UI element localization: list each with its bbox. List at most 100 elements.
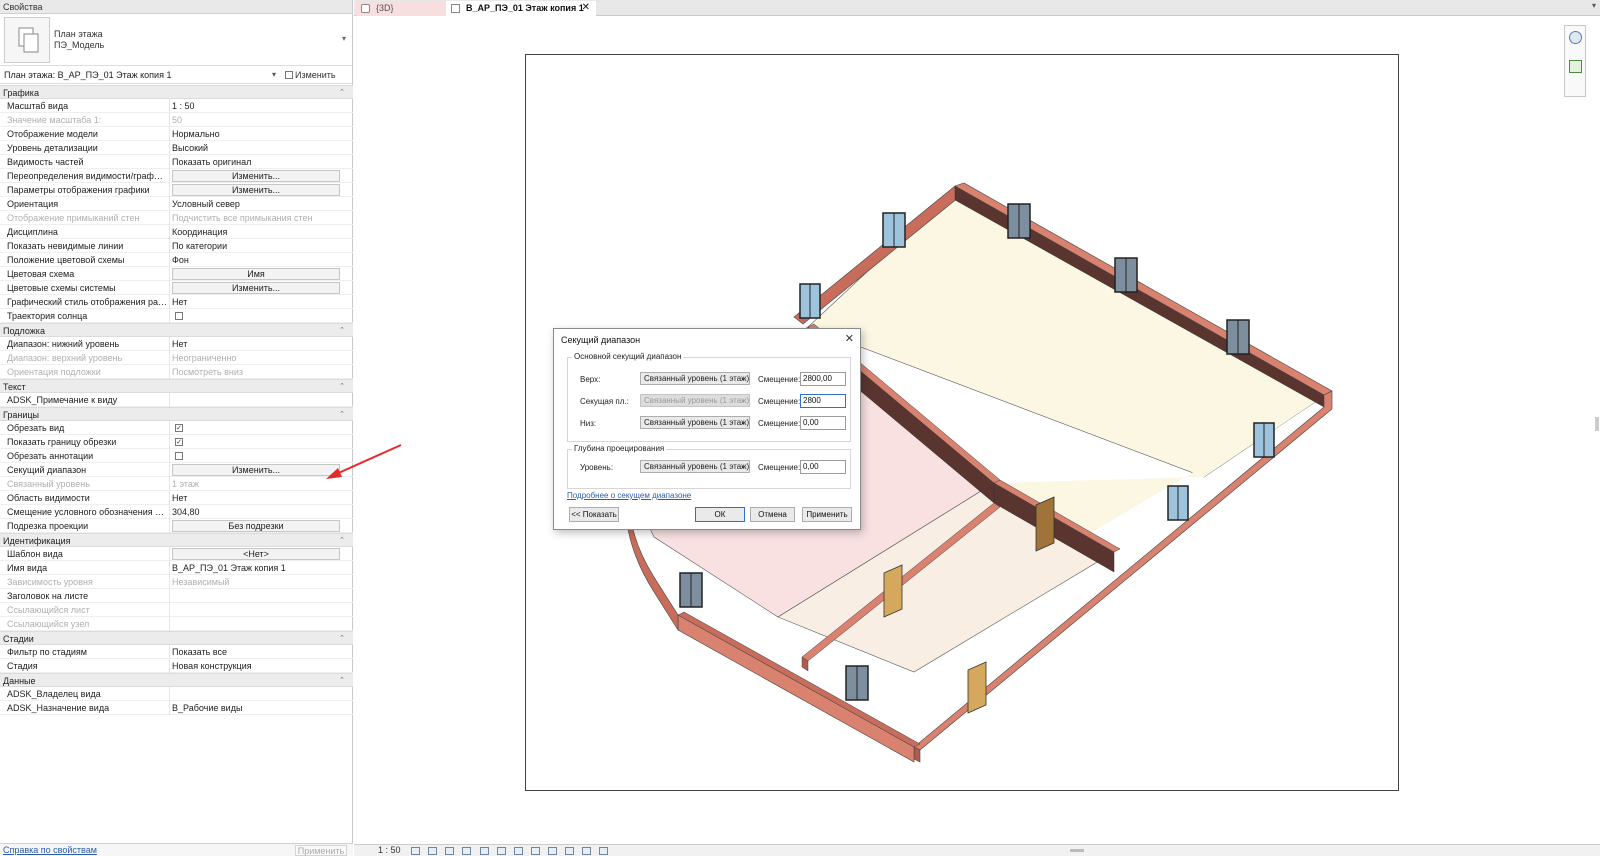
depth-offset-input[interactable]: 0,00 [800, 460, 846, 474]
color-scheme-button[interactable]: Имя [172, 268, 340, 280]
detail-level-icon[interactable] [411, 847, 420, 855]
prop-value[interactable]: Высокий [172, 141, 342, 155]
prop-hidden-lines[interactable]: Показать невидимые линии По категории [0, 239, 353, 253]
close-icon[interactable]: ✕ [845, 332, 854, 345]
drawing-area[interactable] [354, 17, 1600, 844]
top-offset-input[interactable]: 2800,00 [800, 372, 846, 386]
crop-view-icon[interactable] [480, 847, 489, 855]
collapse-icon[interactable]: ⌃ [339, 324, 345, 338]
highlight-displacement-icon[interactable] [582, 847, 591, 855]
show-crop-region-icon[interactable] [497, 847, 506, 855]
bottom-offset-input[interactable]: 0,00 [800, 416, 846, 430]
prop-detail-level[interactable]: Уровень детализации Высокий [0, 141, 353, 155]
top-level-select[interactable]: Связанный уровень (1 этаж) ⌄ [640, 372, 750, 385]
prop-adsk-note[interactable]: ADSK_Примечание к виду [0, 393, 353, 407]
prop-value[interactable]: Показать оригинал [172, 155, 342, 169]
properties-help-link[interactable]: Справка по свойствам [3, 844, 97, 856]
prop-view-owner[interactable]: ADSK_Владелец вида [0, 687, 353, 701]
prop-analysis-style[interactable]: Графический стиль отображения расчет... Н… [0, 295, 353, 309]
prop-view-name[interactable]: Имя вида В_АР_ПЭ_01 Этаж копия 1 [0, 561, 353, 575]
depth-clipping-button[interactable]: Без подрезки [172, 520, 340, 532]
reveal-hidden-icon[interactable] [531, 847, 540, 855]
prop-value[interactable]: В_Рабочие виды [172, 701, 342, 715]
view-range-edit-button[interactable]: Изменить... [172, 464, 340, 476]
prop-value[interactable]: Нет [172, 491, 342, 505]
ok-button[interactable]: ОК [695, 507, 745, 522]
cut-offset-input[interactable]: 2800 [800, 394, 846, 408]
instance-dropdown-icon[interactable]: ▾ [272, 66, 276, 84]
prop-discipline[interactable]: Дисциплина Координация [0, 225, 353, 239]
horizontal-scrollbar[interactable] [1070, 849, 1084, 852]
tabs-menu-icon[interactable]: ▾ [1592, 1, 1596, 10]
prop-scope-box[interactable]: Область видимости Нет [0, 491, 353, 505]
prop-value[interactable]: Нормально [172, 127, 342, 141]
prop-value[interactable]: В_АР_ПЭ_01 Этаж копия 1 [172, 561, 342, 575]
prop-value[interactable]: Фон [172, 253, 342, 267]
sun-path-icon[interactable] [445, 847, 454, 855]
prop-value[interactable]: Нет [172, 337, 342, 351]
constraints-icon[interactable] [599, 847, 608, 855]
temporary-view-properties-icon[interactable] [548, 847, 557, 855]
crop-view-checkbox[interactable]: ✓ [175, 424, 183, 432]
prop-value[interactable]: 1 : 50 [172, 99, 342, 113]
prop-title-on-sheet[interactable]: Заголовок на листе [0, 589, 353, 603]
prop-parts-visibility[interactable]: Видимость частей Показать оригинал [0, 155, 353, 169]
steering-wheel-icon[interactable] [1569, 31, 1582, 44]
type-selector[interactable]: План этажа ПЭ_Модель ▾ [0, 14, 352, 66]
vertical-scrollbar[interactable] [1595, 417, 1599, 431]
prop-value[interactable]: Нет [172, 295, 342, 309]
prop-view-purpose[interactable]: ADSK_Назначение вида В_Рабочие виды [0, 701, 353, 715]
collapse-icon[interactable]: ⌃ [339, 380, 345, 394]
tab-floor-plan[interactable]: В_АР_ПЭ_01 Этаж копия 1 ✕ [446, 1, 596, 16]
view-template-button[interactable]: <Нет> [172, 548, 340, 560]
group-data[interactable]: Данные ⌃ [0, 673, 353, 687]
collapse-icon[interactable]: ⌃ [339, 632, 345, 646]
zoom-icon[interactable] [1569, 60, 1582, 73]
prop-value[interactable]: 304,80 [172, 505, 342, 519]
prop-phase-filter[interactable]: Фильтр по стадиям Показать все [0, 645, 353, 659]
group-text[interactable]: Текст ⌃ [0, 379, 353, 393]
apply-button[interactable]: Применить [802, 507, 852, 522]
vg-overrides-edit-button[interactable]: Изменить... [172, 170, 340, 182]
prop-orientation[interactable]: Ориентация Условный север [0, 197, 353, 211]
cancel-button[interactable]: Отмена [750, 507, 795, 522]
group-phasing[interactable]: Стадии ⌃ [0, 631, 353, 645]
collapse-icon[interactable]: ⌃ [339, 408, 345, 422]
graphic-display-edit-button[interactable]: Изменить... [172, 184, 340, 196]
group-identity[interactable]: Идентификация ⌃ [0, 533, 353, 547]
show-button[interactable]: << Показать [569, 507, 619, 522]
prop-value[interactable]: Координация [172, 225, 342, 239]
prop-value[interactable]: Показать все [172, 645, 342, 659]
group-underlay[interactable]: Подложка ⌃ [0, 323, 353, 337]
shadows-icon[interactable] [462, 847, 471, 855]
group-graphics[interactable]: Графика ⌃ [0, 85, 353, 99]
view-range-help-link[interactable]: Подробнее о секущем диапазоне [567, 491, 691, 500]
system-colors-edit-button[interactable]: Изменить... [172, 282, 340, 294]
depth-level-select[interactable]: Связанный уровень (1 этаж) ⌄ [640, 460, 750, 473]
prop-color-scheme-location[interactable]: Положение цветовой схемы Фон [0, 253, 353, 267]
prop-range-base[interactable]: Диапазон: нижний уровень Нет [0, 337, 353, 351]
prop-view-scale[interactable]: Масштаб вида 1 : 50 [0, 99, 353, 113]
tab-3d-view[interactable]: {3D} [356, 1, 446, 16]
visual-style-icon[interactable] [428, 847, 437, 855]
prop-depth-offset[interactable]: Смещение условного обозначения коло... 30… [0, 505, 353, 519]
collapse-icon[interactable]: ⌃ [339, 86, 345, 100]
cut-plane-level-select[interactable]: Связанный уровень (1 этаж) ⌄ [640, 394, 750, 407]
temporary-hide-icon[interactable] [514, 847, 523, 855]
close-tab-icon[interactable]: ✕ [582, 1, 590, 15]
collapse-icon[interactable]: ⌃ [339, 674, 345, 688]
bottom-level-select[interactable]: Связанный уровень (1 этаж) ⌄ [640, 416, 750, 429]
view-scale-button[interactable]: 1 : 50 [378, 845, 401, 856]
collapse-icon[interactable]: ⌃ [339, 534, 345, 548]
instance-selector[interactable]: План этажа: В_АР_ПЭ_01 Этаж копия 1 ▾ Из… [0, 66, 352, 98]
group-extents[interactable]: Границы ⌃ [0, 407, 353, 421]
prop-value[interactable]: Условный север [172, 197, 342, 211]
analytical-model-icon[interactable] [565, 847, 574, 855]
properties-apply-button[interactable]: Применить [295, 845, 347, 856]
prop-display-model[interactable]: Отображение модели Нормально [0, 127, 353, 141]
annotation-crop-checkbox[interactable] [175, 452, 183, 460]
prop-value[interactable]: Новая конструкция [172, 659, 342, 673]
crop-visible-checkbox[interactable]: ✓ [175, 438, 183, 446]
prop-phase[interactable]: Стадия Новая конструкция [0, 659, 353, 673]
type-dropdown-icon[interactable]: ▾ [342, 34, 346, 43]
